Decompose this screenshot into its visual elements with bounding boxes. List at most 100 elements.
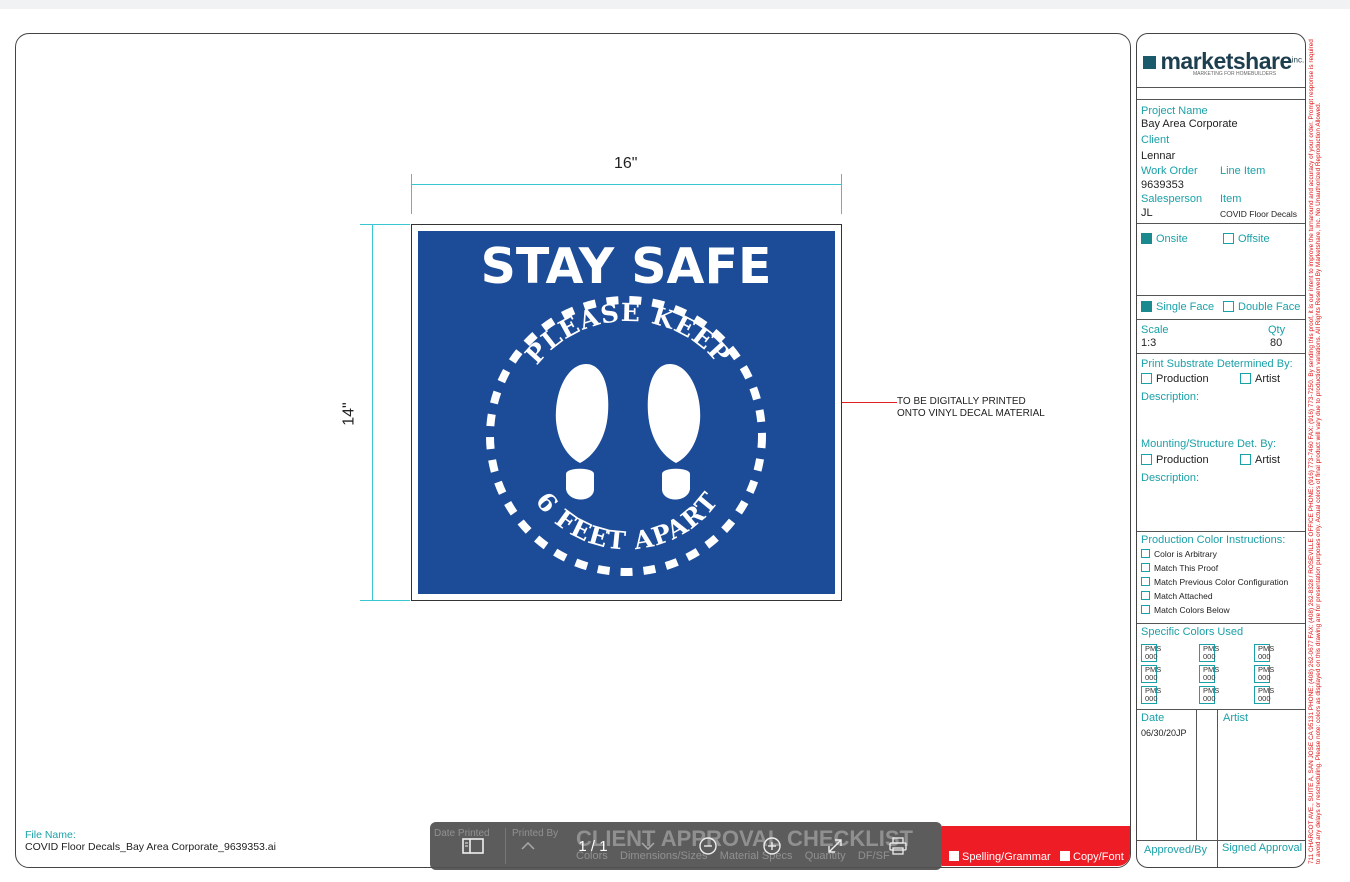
zoom-in-button[interactable] xyxy=(752,822,792,870)
sign-arc-top: PLEASE KEEP xyxy=(520,298,737,370)
substrate-artist-option[interactable]: Artist xyxy=(1240,373,1280,386)
printer-icon xyxy=(889,837,907,855)
project-name-value: Bay Area Corporate xyxy=(1141,118,1238,130)
client-label: Client xyxy=(1141,134,1170,146)
pms-swatch-label: PMS 000 xyxy=(1145,666,1161,682)
qty-label: Qty xyxy=(1268,324,1286,336)
print-button[interactable] xyxy=(878,822,918,870)
mounting-label: Mounting/Structure Det. By: xyxy=(1141,438,1277,450)
pms-swatch-label: PMS 000 xyxy=(1258,687,1274,703)
decal-artwork: STAY SAFE PLEASE KEEP 6 FEET APART xyxy=(411,224,842,601)
sign-arc-top-text: PLEASE KEEP xyxy=(520,298,736,370)
disclaimer-text: 711 CHARCOT AVE., SUITE A, SAN JOSE CA 9… xyxy=(1308,39,1323,864)
decal-graphic: STAY SAFE PLEASE KEEP 6 FEET APART xyxy=(481,238,771,576)
substrate-production-option[interactable]: Production xyxy=(1141,373,1209,386)
pms-value: 000 xyxy=(1203,694,1216,703)
date-column-divider xyxy=(1196,710,1197,840)
chevron-up-icon xyxy=(521,841,535,850)
color-option-below[interactable]: Match Colors Below xyxy=(1141,605,1230,616)
checkbox-icon xyxy=(1141,605,1150,614)
color-option-label: Color is Arbitrary xyxy=(1154,549,1217,559)
sign-arc-bottom-text: 6 FEET APART xyxy=(530,487,723,556)
date-artist-section: Date 06/30/20JP Artist Approved/By Signe… xyxy=(1137,710,1305,867)
print-note-line1: TO BE DIGITALLY PRINTED xyxy=(897,396,1026,407)
pms-value: 000 xyxy=(1145,673,1158,682)
scale-qty-section: Scale 1:3 Qty 80 xyxy=(1137,320,1305,354)
onsite-option[interactable]: Onsite xyxy=(1141,233,1188,246)
face-section: Single Face Double Face xyxy=(1137,296,1305,320)
fit-page-button[interactable] xyxy=(815,822,855,870)
pms-value: 000 xyxy=(1258,694,1271,703)
logo-inc: inc. xyxy=(1291,55,1305,65)
mounting-production-option[interactable]: Production xyxy=(1141,454,1209,467)
substrate-production-label: Production xyxy=(1156,373,1209,385)
checkbox-icon xyxy=(1141,577,1150,586)
project-name-label: Project Name xyxy=(1141,105,1208,117)
single-face-option[interactable]: Single Face xyxy=(1141,301,1214,314)
qty-value: 80 xyxy=(1270,337,1283,349)
signed-approval-label: Signed Approval xyxy=(1222,842,1303,854)
checkbox-icon xyxy=(949,851,959,861)
artist-column-divider xyxy=(1217,710,1218,867)
color-option-match-proof[interactable]: Match This Proof xyxy=(1141,563,1218,574)
specific-colors-section: Specific Colors Used PMS 000 PMS 000 PMS 000 P… xyxy=(1137,624,1305,710)
disclaimer-sidebar: 711 CHARCOT AVE., SUITE A, SAN JOSE CA 9… xyxy=(1306,33,1346,868)
checkbox-icon xyxy=(1060,851,1070,861)
artist-column-label: Artist xyxy=(1223,712,1249,724)
height-dimension-label: 14" xyxy=(340,402,358,426)
left-footprint-icon xyxy=(555,364,609,500)
checkbox-icon xyxy=(1141,454,1152,465)
width-dimension-left-tick xyxy=(411,174,412,214)
date-value: 06/30/20JP xyxy=(1141,728,1187,738)
right-footprint-icon xyxy=(647,364,701,500)
logo-section: marketshareinc. MARKETING FOR HOMEBUILDE… xyxy=(1137,34,1305,88)
checkbox-checked-icon xyxy=(1141,233,1152,244)
substrate-artist-label: Artist xyxy=(1255,373,1281,385)
scale-value: 1:3 xyxy=(1141,337,1157,349)
checkbox-icon xyxy=(1223,233,1234,244)
next-page-button[interactable] xyxy=(628,822,668,870)
height-dimension-top-tick xyxy=(360,224,410,225)
color-instructions-section: Production Color Instructions: Color is … xyxy=(1137,532,1305,624)
previous-page-button[interactable] xyxy=(508,822,548,870)
color-option-label: Match Attached xyxy=(1154,591,1213,601)
zoom-out-button[interactable] xyxy=(688,822,728,870)
single-face-label: Single Face xyxy=(1156,301,1215,313)
sidebar-toggle-button[interactable] xyxy=(448,822,498,870)
salesperson-label: Salesperson xyxy=(1141,193,1203,205)
file-name-label: File Name: xyxy=(25,829,76,841)
page-indicator[interactable]: 1 / 1 xyxy=(568,822,618,870)
color-instructions-label: Production Color Instructions: xyxy=(1141,534,1286,546)
work-order-label: Work Order xyxy=(1141,165,1198,177)
pdf-viewer-toolbar: Date Printed Printed By CLIENT APPROVAL … xyxy=(430,822,942,870)
pms-swatch-label: PMS 000 xyxy=(1203,666,1219,682)
checkbox-icon xyxy=(1240,454,1251,465)
approved-by-label: Approved/By xyxy=(1144,844,1207,856)
pms-value: 000 xyxy=(1203,652,1216,661)
pms-value: 000 xyxy=(1145,694,1158,703)
substrate-description-label: Description: xyxy=(1141,391,1200,403)
double-face-option[interactable]: Double Face xyxy=(1223,301,1300,314)
mounting-artist-option[interactable]: Artist xyxy=(1240,454,1280,467)
chevron-down-icon xyxy=(641,842,655,851)
salesperson-value: JL xyxy=(1141,207,1153,219)
pms-swatch-label: PMS 000 xyxy=(1145,645,1161,661)
checklist-title: CLIENT APPROVAL CHECKLIST xyxy=(576,826,913,851)
onsite-section: Onsite Offsite xyxy=(1137,224,1305,296)
pms-swatch-label: PMS 000 xyxy=(1145,687,1161,703)
checkbox-icon xyxy=(1240,373,1251,384)
checklist-red-bar: Spelling/Grammar Copy/Font xyxy=(942,826,1130,866)
color-option-attached[interactable]: Match Attached xyxy=(1141,591,1213,602)
substrate-section: Print Substrate Determined By: Productio… xyxy=(1137,354,1305,532)
offsite-option[interactable]: Offsite xyxy=(1223,233,1270,246)
logo-tagline: MARKETING FOR HOMEBUILDERS xyxy=(1193,71,1277,77)
color-option-previous[interactable]: Match Previous Color Configuration xyxy=(1141,577,1288,588)
width-dimension-right-tick xyxy=(841,174,842,214)
checkbox-icon xyxy=(1141,563,1150,572)
color-option-arbitrary[interactable]: Color is Arbitrary xyxy=(1141,549,1217,560)
checklist-spelling-label: Spelling/Grammar xyxy=(962,851,1051,863)
scale-label: Scale xyxy=(1141,324,1169,336)
mounting-description-label: Description: xyxy=(1141,472,1200,484)
sidebar-icon xyxy=(462,838,484,854)
pms-swatch-label: PMS 000 xyxy=(1258,666,1274,682)
